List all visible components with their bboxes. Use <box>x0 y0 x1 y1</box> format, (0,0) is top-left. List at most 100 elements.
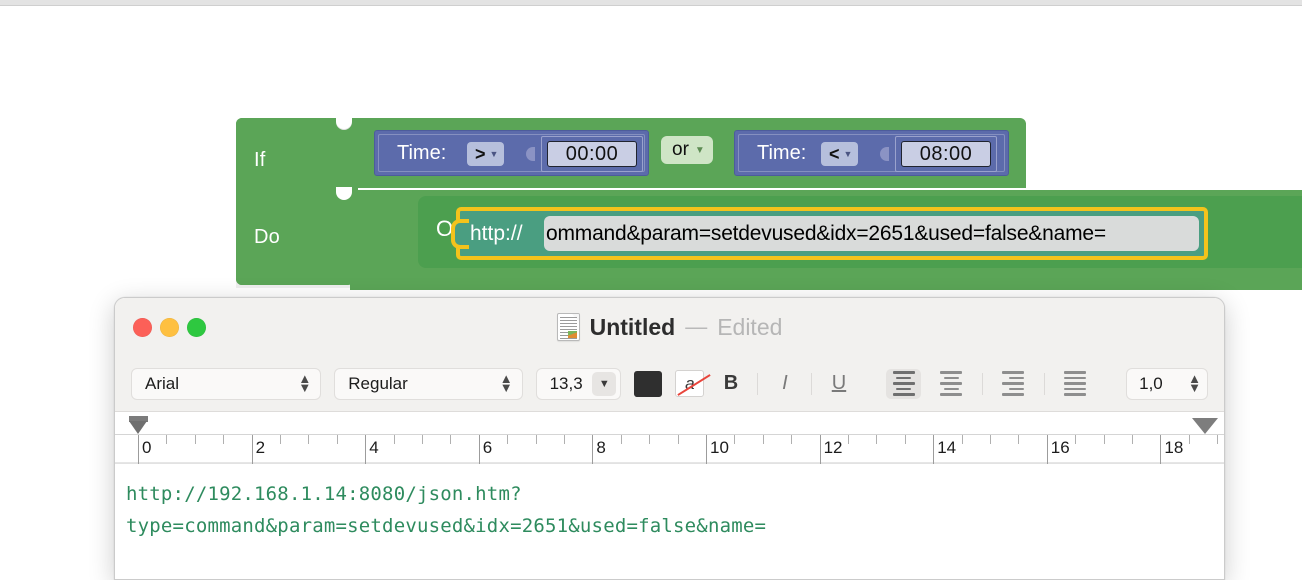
align-center-button[interactable] <box>934 369 969 399</box>
ruler-number: 12 <box>823 438 843 457</box>
ruler-minor-tick <box>1188 435 1190 444</box>
condition-a-value-socket[interactable]: 00:00 <box>541 136 643 172</box>
condition-b-value-socket[interactable]: 08:00 <box>895 136 997 172</box>
ruler-minor-tick <box>450 435 452 444</box>
no-color-button[interactable]: a <box>675 370 705 397</box>
ruler-minor-tick <box>194 435 196 444</box>
toolbar-divider <box>981 372 983 395</box>
ruler-major-tick <box>592 435 594 466</box>
font-family-select[interactable]: Arial ▲ ▼ <box>131 367 322 400</box>
ruler-minor-tick <box>904 435 906 444</box>
ruler-number: 10 <box>710 438 729 457</box>
document-line: http://192.168.1.14:8080/json.htm? <box>126 483 522 505</box>
line-spacing-select[interactable]: 1,0 ▲ ▼ <box>1126 367 1208 400</box>
chevron-down-icon[interactable]: ▼ <box>592 371 617 396</box>
title-separator: — <box>685 314 708 339</box>
ruler-minor-tick <box>535 435 537 444</box>
document-ruler[interactable]: 0 2 4 6 8 10 12 14 16 18 <box>115 412 1224 466</box>
condition-b-operator-value: < <box>829 143 840 164</box>
ruler-number: 16 <box>1050 438 1070 457</box>
document-line: type=command&param=setdevused&idx=2651&u… <box>126 515 767 537</box>
window-title-group: Untitled — Edited <box>115 298 1224 356</box>
if-do-bottom-bar <box>236 263 354 285</box>
font-size-value: 13,3 <box>549 373 583 393</box>
italic-button[interactable]: I <box>771 372 798 395</box>
ruler-major-tick <box>706 435 707 466</box>
chevron-down-icon: ▼ <box>489 148 499 159</box>
updown-chevrons-icon: ▲ ▼ <box>298 371 312 395</box>
ruler-minor-tick <box>961 435 963 444</box>
window-titlebar[interactable]: Untitled — Edited <box>115 298 1224 356</box>
condition-a-operator-dropdown[interactable]: > ▼ <box>467 142 505 166</box>
no-color-glyph: a <box>685 373 695 393</box>
condition-block-b[interactable]: Time: < ▼ 08:00 <box>734 130 1009 176</box>
align-justify-button[interactable] <box>1058 369 1093 399</box>
text-color-swatch-button[interactable] <box>634 370 663 397</box>
ruler-minor-tick <box>990 435 991 444</box>
window-title: Untitled <box>589 313 676 340</box>
ruler-number: 0 <box>142 438 152 457</box>
minimize-window-button[interactable] <box>160 317 179 337</box>
ruler-number: 2 <box>255 438 266 457</box>
ruler-major-tick <box>819 435 821 466</box>
ruler-baseline <box>115 434 1224 435</box>
right-indent-marker-icon[interactable] <box>1192 418 1218 434</box>
condition-b-operator-dropdown[interactable]: < ▼ <box>821 142 859 166</box>
ruler-minor-tick <box>308 435 310 444</box>
ruler-minor-tick <box>649 435 651 444</box>
align-right-button[interactable] <box>996 369 1031 399</box>
ruler-major-tick <box>251 435 253 466</box>
ruler-minor-tick <box>564 435 565 444</box>
url-socket-highlighted[interactable]: http:// ommand&param=setdevused&idx=2651… <box>451 207 1208 260</box>
ruler-minor-tick <box>1103 435 1105 444</box>
left-indent-marker-icon[interactable] <box>129 421 147 434</box>
ruler-major-tick <box>933 435 935 466</box>
logic-operator-value: or <box>672 139 689 160</box>
font-style-value: Regular <box>348 373 408 393</box>
condition-a-time-input[interactable]: 00:00 <box>547 141 637 167</box>
logic-operator-dropdown[interactable]: or ▼ <box>661 136 713 164</box>
top-strip <box>0 0 1302 6</box>
condition-b-label: Time: <box>757 142 807 164</box>
ruler-minor-tick <box>620 435 622 444</box>
do-socket-notch-icon <box>332 187 358 212</box>
font-style-select[interactable]: Regular ▲ ▼ <box>334 367 523 400</box>
ruler-bottom-border <box>115 462 1224 463</box>
ruler-minor-tick <box>507 435 509 444</box>
ruler-minor-tick <box>280 435 281 444</box>
ruler-number: 18 <box>1164 438 1184 457</box>
condition-a-operator-value: > <box>475 143 486 164</box>
textedit-window: Untitled — Edited Arial ▲ ▼ Regular ▲ ▼ 13… <box>114 297 1225 580</box>
condition-b-socket-icon <box>880 141 893 167</box>
url-socket-notch-icon <box>451 219 469 249</box>
ruler-number: 14 <box>937 438 957 457</box>
updown-chevrons-icon: ▲ ▼ <box>1188 371 1201 395</box>
font-family-value: Arial <box>145 373 180 393</box>
ruler-number: 4 <box>369 438 379 457</box>
updown-chevrons-icon: ▲ ▼ <box>499 371 513 395</box>
ruler-major-tick <box>1046 435 1048 466</box>
zoom-window-button[interactable] <box>187 317 206 337</box>
ruler-number: 8 <box>596 438 606 457</box>
font-size-select[interactable]: 13,3 ▼ <box>535 367 622 400</box>
traffic-light-buttons[interactable] <box>133 317 206 337</box>
ruler-minor-tick <box>848 435 849 444</box>
toolbar-divider <box>757 372 759 395</box>
ruler-minor-tick <box>876 435 878 444</box>
underline-button[interactable]: U <box>825 372 852 395</box>
document-text-area[interactable]: http://192.168.1.14:8080/json.htm? type=… <box>115 464 1224 579</box>
chevron-down-icon: ▼ <box>843 148 853 159</box>
condition-a-socket-icon <box>526 141 539 167</box>
ruler-minor-tick <box>762 435 764 444</box>
bold-button[interactable]: B <box>717 372 744 395</box>
close-window-button[interactable] <box>133 317 152 337</box>
ruler-minor-tick <box>1018 435 1020 444</box>
url-text-input[interactable]: ommand&param=setdevused&idx=2651&used=fa… <box>544 216 1199 251</box>
line-spacing-value: 1,0 <box>1139 373 1163 393</box>
ruler-minor-tick <box>223 435 225 444</box>
formatting-toolbar[interactable]: Arial ▲ ▼ Regular ▲ ▼ 13,3 ▼ a B I U 1,0… <box>115 356 1224 412</box>
condition-b-time-input[interactable]: 08:00 <box>901 141 991 167</box>
align-left-button[interactable] <box>886 368 922 399</box>
condition-block-a[interactable]: Time: > ▼ 00:00 <box>374 130 649 176</box>
ruler-major-tick <box>478 435 480 466</box>
